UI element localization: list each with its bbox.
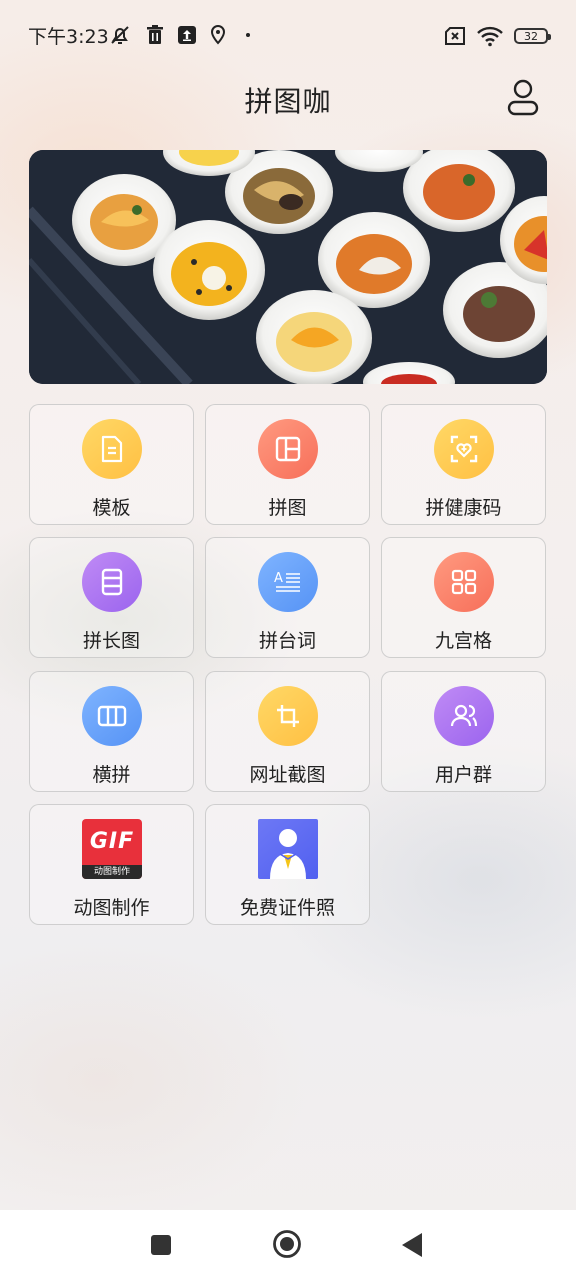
- status-icons-left: [108, 22, 256, 48]
- feature-label: 免费证件照: [239, 897, 335, 919]
- location-icon: [210, 25, 226, 45]
- feature-subtitles[interactable]: A 拼台词: [205, 537, 370, 658]
- gif-badge-sub: 动图制作: [82, 865, 142, 879]
- feature-label: 拼台词: [258, 630, 316, 652]
- svg-text:A: A: [274, 571, 283, 586]
- feature-label: 用户群: [434, 764, 492, 786]
- feature-user-group[interactable]: 用户群: [381, 671, 546, 792]
- document-icon: [82, 419, 142, 479]
- crop-icon: [258, 686, 318, 746]
- battery-icon: 32: [514, 28, 551, 44]
- app-header: 拼图咖: [0, 70, 576, 130]
- subtitle-icon: A: [258, 552, 318, 612]
- banner-image[interactable]: [29, 150, 547, 384]
- square-icon: [151, 1235, 171, 1255]
- user-profile-button[interactable]: [506, 78, 540, 116]
- user-icon: [507, 79, 539, 116]
- home-circle-icon: [273, 1230, 301, 1258]
- upload-icon: [178, 26, 196, 44]
- status-bar: 下午3:23 32: [0, 0, 576, 70]
- grid-icon: [434, 552, 494, 612]
- feature-horizontal[interactable]: 横拼: [29, 671, 194, 792]
- feature-label: 模板: [92, 497, 131, 519]
- recent-apps-button[interactable]: [150, 1234, 172, 1260]
- battery-level: 32: [524, 29, 538, 43]
- gif-badge-text: GIF: [89, 829, 135, 854]
- wifi-icon: [477, 26, 503, 47]
- id-photo-icon: [258, 819, 318, 879]
- health-code-icon: [434, 419, 494, 479]
- page-title: 拼图咖: [244, 85, 332, 118]
- sim-off-icon: [445, 27, 465, 45]
- feature-label: 网址截图: [249, 764, 326, 786]
- back-button[interactable]: [400, 1232, 424, 1262]
- long-image-icon: [82, 552, 142, 612]
- feature-id-photo[interactable]: 免费证件照: [205, 804, 370, 925]
- horizontal-columns-icon: [82, 686, 142, 746]
- feature-collage[interactable]: 拼图: [205, 404, 370, 525]
- system-nav-bar: [0, 1210, 576, 1280]
- food-bowls-photo: [29, 150, 547, 384]
- users-icon: [434, 686, 494, 746]
- home-button[interactable]: [272, 1229, 302, 1263]
- status-icons-right: 32: [444, 24, 551, 48]
- feature-template[interactable]: 模板: [29, 404, 194, 525]
- feature-gif-maker[interactable]: GIF 动图制作 动图制作: [29, 804, 194, 925]
- dot-icon: [246, 33, 250, 37]
- feature-label: 动图制作: [73, 897, 150, 919]
- feature-nine-grid[interactable]: 九宫格: [381, 537, 546, 658]
- feature-label: 拼图: [268, 497, 307, 519]
- feature-label: 拼长图: [82, 630, 140, 652]
- notification-muted-icon: [111, 26, 129, 44]
- gif-maker-icon: GIF 动图制作: [82, 819, 142, 879]
- status-time: 下午3:23: [28, 26, 109, 48]
- feature-label: 拼健康码: [425, 497, 502, 519]
- trash-icon: [147, 25, 163, 44]
- feature-long-image[interactable]: 拼长图: [29, 537, 194, 658]
- back-triangle-icon: [402, 1233, 422, 1257]
- feature-url-screenshot[interactable]: 网址截图: [205, 671, 370, 792]
- feature-label: 九宫格: [434, 630, 492, 652]
- feature-label: 横拼: [92, 764, 131, 786]
- feature-health-code[interactable]: 拼健康码: [381, 404, 546, 525]
- layout-icon: [258, 419, 318, 479]
